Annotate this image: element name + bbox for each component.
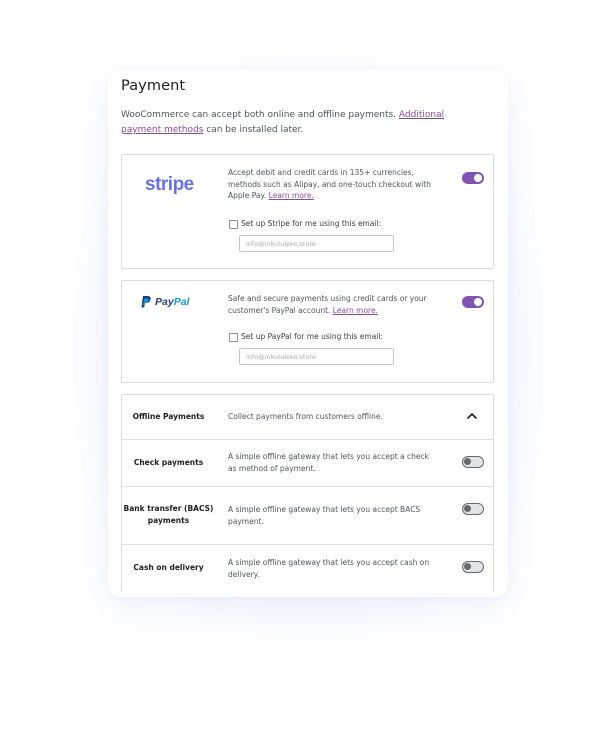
check-payments-toggle[interactable]: [462, 456, 484, 468]
stripe-email-field[interactable]: info@inkululeko.store: [239, 235, 394, 252]
cash-on-delivery-description: A simple offline gateway that lets you a…: [228, 558, 430, 579]
intro-text-suffix: can be installed later.: [206, 125, 304, 135]
check-payments-description: A simple offline gateway that lets you a…: [228, 452, 429, 473]
stripe-description: Accept debit and credit cards in 135+ cu…: [228, 167, 446, 202]
divider: [121, 544, 494, 545]
paypal-p-icon: [141, 296, 151, 308]
divider: [121, 439, 494, 440]
paypal-learn-more-link[interactable]: Learn more.: [333, 306, 378, 315]
paypal-toggle[interactable]: [462, 296, 484, 308]
intro-text-main: WooCommerce can accept both online and o…: [121, 110, 397, 120]
paypal-email-field[interactable]: info@inkululeko.store: [239, 348, 394, 365]
stripe-toggle[interactable]: [462, 172, 484, 184]
intro-text: WooCommerce can accept both online and o…: [121, 108, 466, 138]
paypal-description: Safe and secure payments using credit ca…: [228, 293, 440, 316]
stripe-setup-checkbox[interactable]: [229, 220, 238, 229]
stripe-description-text: Accept debit and credit cards in 135+ cu…: [228, 168, 431, 200]
check-payments-label: Check payments: [133, 458, 204, 467]
paypal-logo-text-2: Pal: [173, 296, 190, 308]
paypal-logo-text-1: Pay: [155, 296, 174, 308]
stripe-logo: stripe: [145, 174, 194, 195]
paypal-setup-checkbox[interactable]: [229, 333, 238, 342]
stripe-setup-label: Set up Stripe for me using this email:: [241, 219, 382, 228]
paypal-logo: Pay Pal: [141, 296, 189, 308]
divider: [121, 486, 494, 487]
stripe-learn-more-link[interactable]: Learn more.: [269, 191, 314, 200]
bank-transfer-label: Bank transfer (BACS) payments: [123, 504, 214, 525]
cash-on-delivery-toggle[interactable]: [462, 561, 484, 573]
offline-payments-title: Offline Payments: [132, 412, 205, 421]
paypal-description-text: Safe and secure payments using credit ca…: [228, 294, 427, 315]
paypal-setup-label: Set up PayPal for me using this email:: [241, 332, 383, 341]
bank-transfer-description: A simple offline gateway that lets you a…: [228, 505, 421, 526]
chevron-up-icon[interactable]: [466, 411, 478, 421]
cash-on-delivery-label: Cash on delivery: [133, 563, 204, 572]
page-title: Payment: [121, 78, 186, 94]
bank-transfer-toggle[interactable]: [462, 503, 484, 515]
offline-payments-description: Collect payments from customers offline.: [228, 412, 383, 421]
